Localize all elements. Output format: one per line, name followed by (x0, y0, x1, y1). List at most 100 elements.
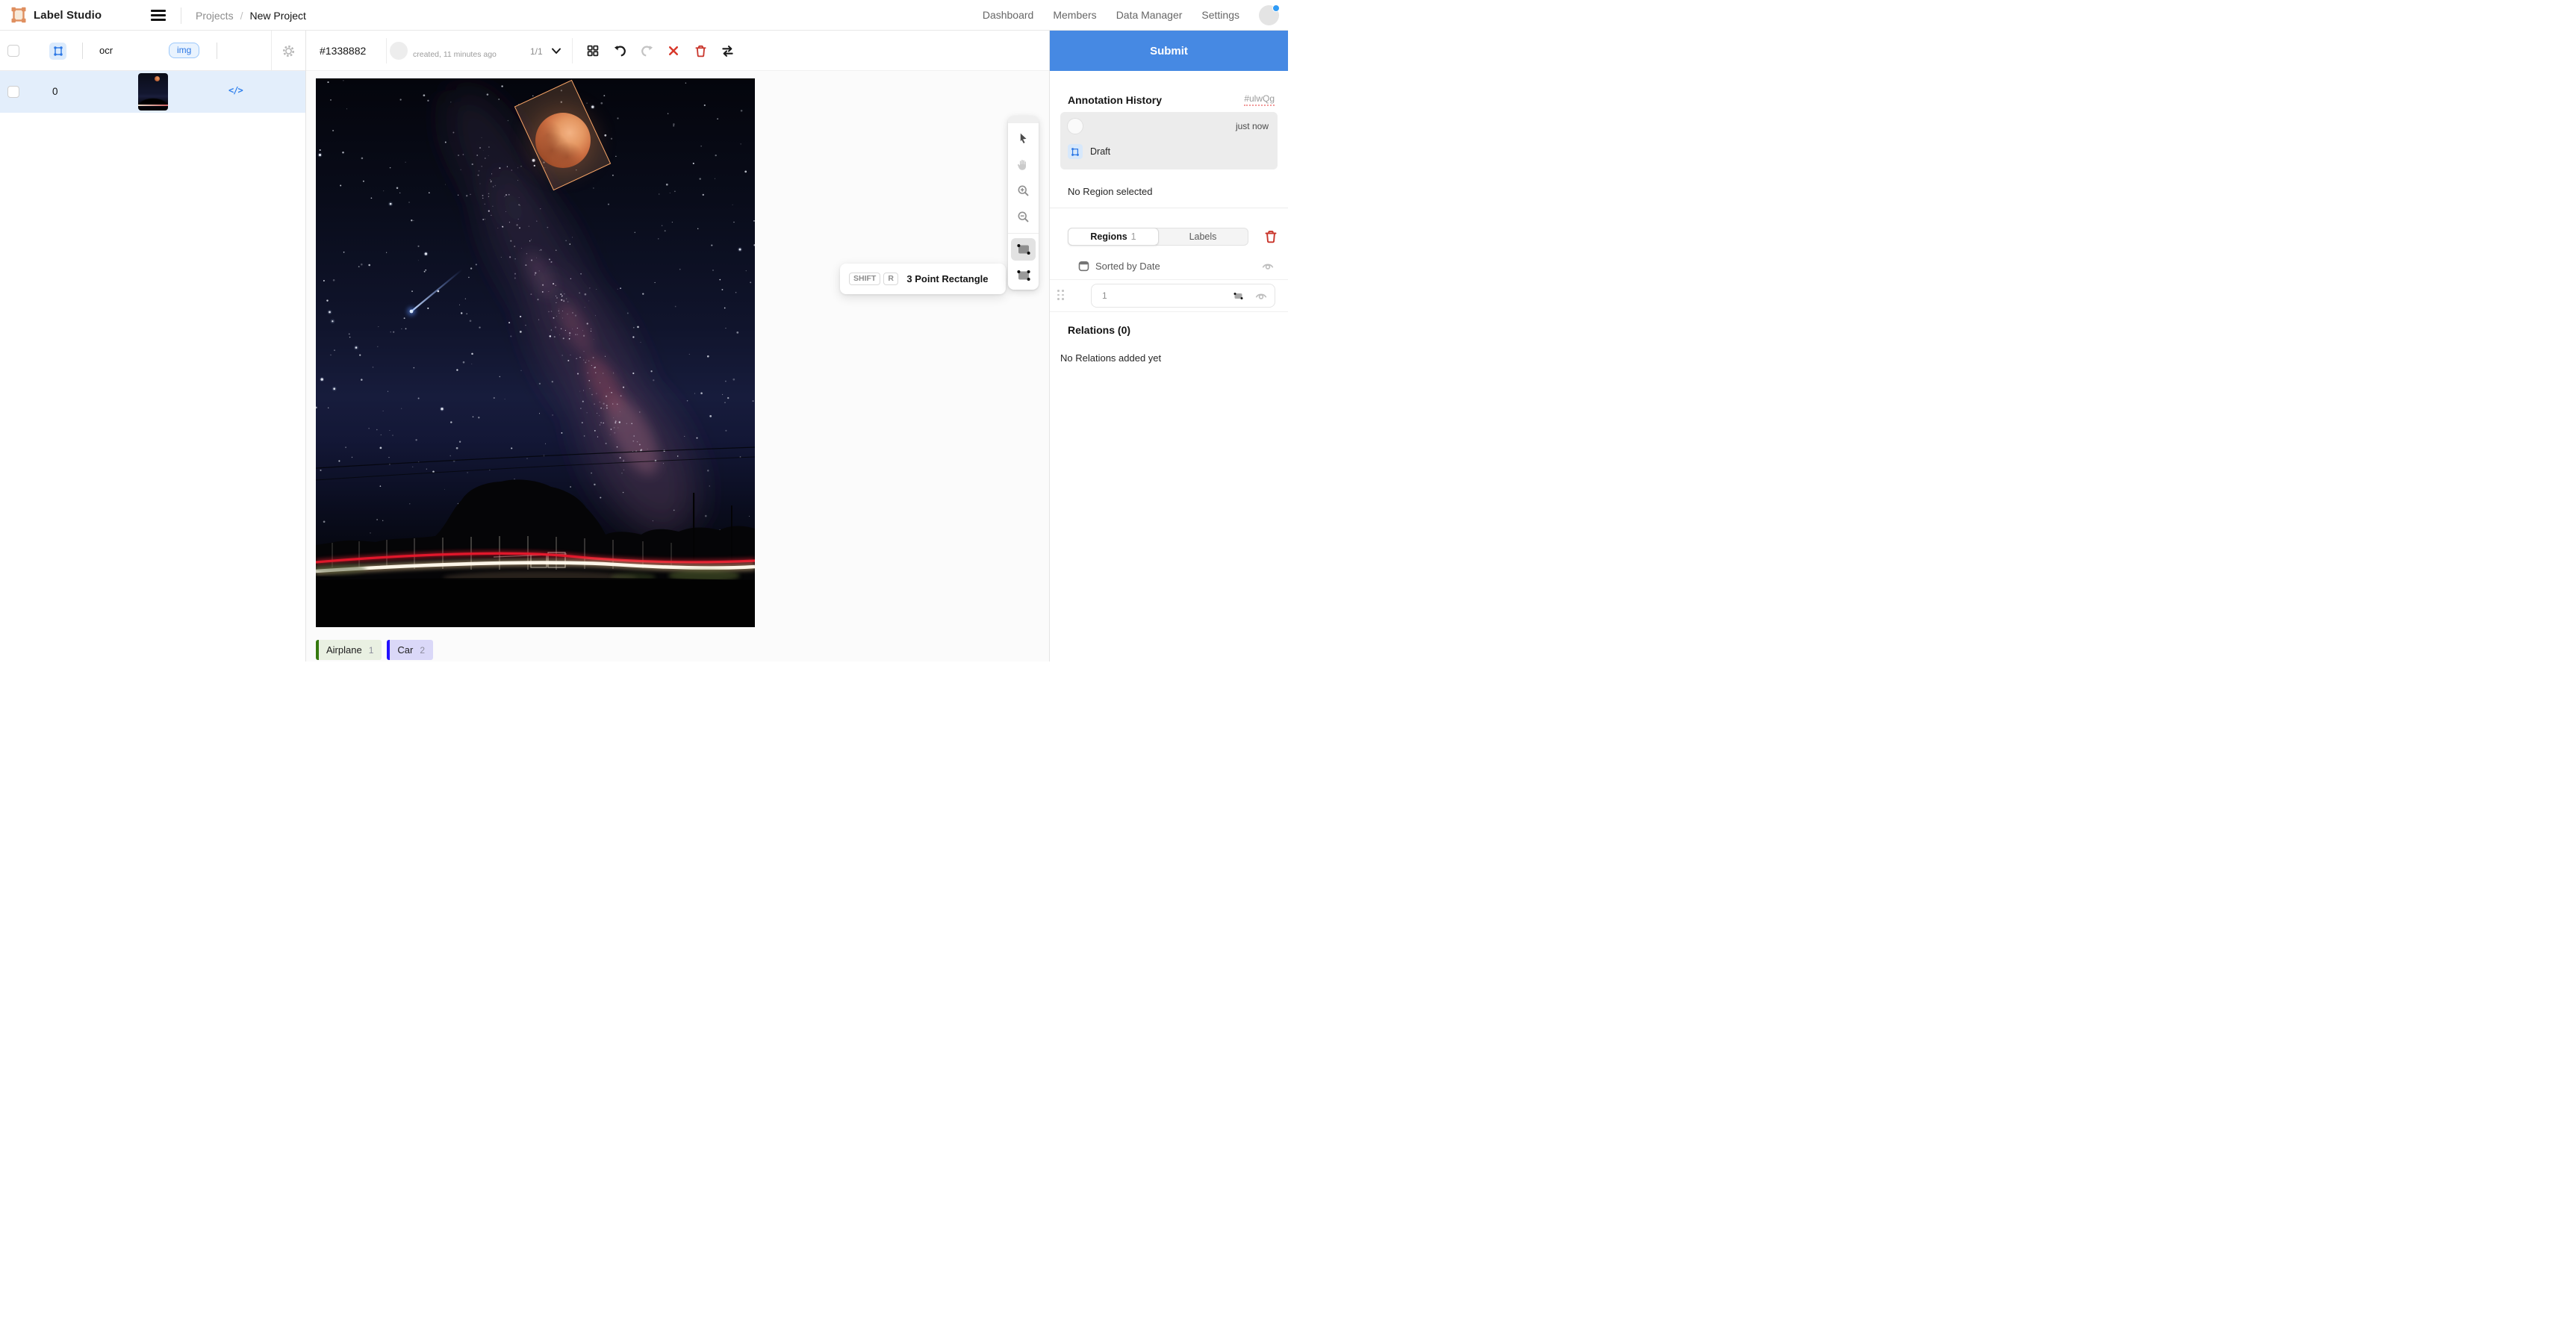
r-key-badge: R (883, 273, 898, 285)
three-point-rectangle-tool-button[interactable] (1011, 264, 1036, 287)
task-header-actions (584, 42, 736, 60)
thumbnail-light-trail (138, 105, 168, 106)
task-id: #1338882 (320, 45, 366, 57)
tab-labels-label: Labels (1189, 231, 1217, 242)
delete-annotation-button[interactable] (691, 42, 709, 60)
regions-count: 1 (1131, 231, 1136, 242)
label-studio-logo-icon (10, 7, 27, 23)
img-tag-pill[interactable]: img (169, 43, 199, 58)
tooltip-label: 3 Point Rectangle (898, 273, 997, 284)
sidebar-header-divider (82, 43, 83, 59)
toolbar-drag-handle[interactable] (1008, 116, 1039, 123)
x-icon (668, 45, 679, 57)
no-region-selected-text: No Region selected (1068, 186, 1270, 197)
history-status: Draft (1090, 146, 1110, 157)
label-chips: Airplane 1 Car 2 (316, 640, 433, 660)
breadcrumb-projects-link[interactable]: Projects (196, 10, 234, 22)
redo-icon (641, 45, 653, 57)
toggle-all-visibility-eye-icon[interactable] (1261, 261, 1275, 272)
tasks-sidebar-header: ocr img (0, 31, 305, 71)
three-point-rectangle-tool-icon (1016, 268, 1031, 283)
swap-arrows-icon (721, 45, 734, 57)
rectangle-tool-button[interactable] (1011, 238, 1036, 261)
drag-handle-icon[interactable] (1057, 290, 1065, 302)
app-title: Label Studio (34, 9, 102, 22)
regions-labels-tabs: Regions 1 Labels (1068, 228, 1248, 246)
annotation-panel: Submit Annotation History #ulwQg just no… (1049, 31, 1288, 662)
annotation-history-item[interactable]: just now Draft (1060, 112, 1278, 169)
region-row[interactable]: 1 (1050, 280, 1288, 311)
cursor-icon (1017, 132, 1030, 145)
reject-button[interactable] (665, 42, 682, 60)
grid-icon (587, 45, 599, 57)
label-hotkey: 1 (369, 645, 374, 656)
gear-icon[interactable] (281, 44, 296, 58)
label-name: Car (397, 644, 413, 656)
history-timestamp: just now (1236, 121, 1269, 131)
bounding-box-column-icon[interactable] (49, 43, 66, 60)
next-task-button[interactable] (718, 42, 736, 60)
task-header-divider (386, 38, 387, 63)
draft-region-icon (1068, 144, 1083, 159)
shift-key-badge: SHIFT (849, 273, 880, 285)
meteor (407, 270, 462, 316)
nav-item-dashboard[interactable]: Dashboard (983, 9, 1034, 21)
region-visibility-eye-icon[interactable] (1254, 290, 1268, 302)
task-header: #1338882 created, 11 minutes ago 1/1 (306, 31, 1049, 71)
relations-empty-text: No Relations added yet (1060, 352, 1278, 364)
sort-by-date-icon (1078, 261, 1089, 272)
region-list: 1 (1050, 279, 1288, 312)
grid-view-button[interactable] (584, 42, 602, 60)
image-canvas[interactable] (316, 78, 755, 627)
tab-labels[interactable]: Labels (1158, 228, 1248, 245)
sort-control[interactable]: Sorted by Date (1078, 261, 1275, 272)
move-tool-button[interactable] (1011, 127, 1036, 149)
label-hotkey: 2 (420, 645, 425, 656)
tasks-sidebar: ocr img 0 </> (0, 31, 306, 662)
zoom-out-tool-button[interactable] (1011, 205, 1036, 228)
submit-button[interactable]: Submit (1050, 31, 1288, 71)
column-ocr-label[interactable]: ocr (99, 45, 113, 56)
zoom-in-icon (1017, 184, 1030, 197)
breadcrumb-separator: / (240, 10, 243, 22)
label-chip-car[interactable]: Car 2 (387, 640, 433, 660)
tab-regions[interactable]: Regions 1 (1068, 228, 1159, 246)
source-code-icon[interactable]: </> (228, 85, 243, 96)
sidebar-settings-column (271, 31, 305, 71)
task-header-divider-2 (572, 38, 573, 63)
hand-icon (1017, 158, 1030, 171)
hamburger-menu-icon[interactable] (151, 8, 166, 22)
toolbar-divider (1008, 233, 1039, 234)
user-avatar[interactable] (1259, 5, 1279, 25)
label-studio-app: Label Studio Projects / New Project Dash… (0, 0, 1288, 662)
task-row-checkbox[interactable] (7, 86, 19, 98)
tools-toolbar (1008, 116, 1039, 290)
task-thumbnail[interactable] (138, 73, 168, 110)
nav-item-settings[interactable]: Settings (1201, 9, 1239, 21)
label-chip-airplane[interactable]: Airplane 1 (316, 640, 382, 660)
undo-button[interactable] (611, 42, 629, 60)
nav-item-members[interactable]: Members (1053, 9, 1096, 21)
nav-item-data-manager[interactable]: Data Manager (1116, 9, 1183, 21)
history-avatar (1067, 118, 1083, 134)
delete-regions-trash-icon[interactable] (1264, 230, 1278, 243)
redo-button[interactable] (638, 42, 656, 60)
label-name: Airplane (326, 644, 362, 656)
navbar-menu: Dashboard Members Data Manager Settings (983, 5, 1279, 25)
relations-title: Relations (0) (1068, 324, 1270, 336)
annotation-hash-link[interactable]: #ulwQg (1244, 93, 1275, 106)
select-all-checkbox[interactable] (7, 45, 19, 57)
undo-icon (614, 45, 626, 57)
annotation-pagination[interactable]: 1/1 (530, 46, 543, 57)
sorted-by-label: Sorted by Date (1095, 261, 1160, 272)
top-navbar: Label Studio Projects / New Project Dash… (0, 0, 1288, 31)
task-list-item[interactable]: 0 </> (0, 71, 305, 113)
chevron-down-icon[interactable] (551, 47, 561, 55)
pan-tool-button[interactable] (1011, 153, 1036, 175)
tool-tooltip: SHIFT R 3 Point Rectangle (840, 264, 1006, 294)
night-sky-scene (316, 78, 755, 627)
thumbnail-moon (155, 76, 160, 81)
task-author-avatar (390, 42, 408, 60)
zoom-in-tool-button[interactable] (1011, 179, 1036, 202)
region-item[interactable]: 1 (1091, 284, 1275, 308)
